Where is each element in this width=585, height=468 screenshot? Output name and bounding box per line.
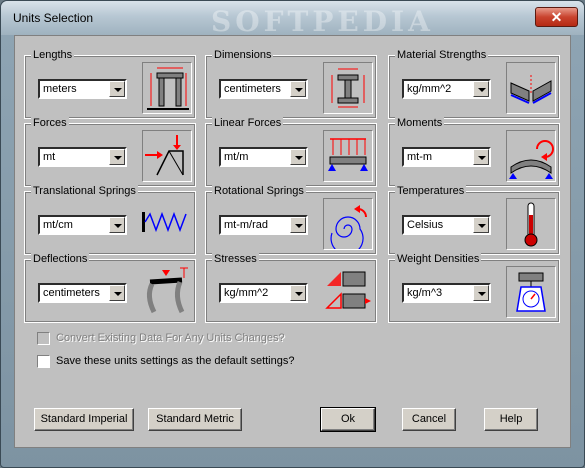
group-label: Dimensions (212, 49, 274, 61)
material-strength-icon (506, 62, 556, 114)
moments-combo[interactable]: mt-m (402, 147, 491, 167)
group-translational-springs: Translational Springs mt/cm (24, 185, 196, 255)
truss-forces-icon (142, 130, 192, 182)
group-dimensions: Dimensions centimeters (205, 49, 377, 119)
bending-moment-icon (506, 130, 556, 182)
chevron-down-icon[interactable] (473, 81, 489, 97)
combo-value: meters (43, 83, 77, 95)
chevron-down-icon[interactable] (473, 149, 489, 165)
frame-lengths-icon (142, 62, 192, 114)
distributed-load-icon (323, 130, 373, 182)
group-label: Lengths (31, 49, 75, 61)
rotational-spring-icon (323, 198, 373, 255)
chevron-down-icon[interactable] (290, 149, 306, 165)
units-selection-window: Units Selection SOFTPEDIA ✕ Lengths mete… (0, 0, 585, 468)
combo-value: kg/mm^2 (224, 287, 269, 299)
group-stresses: Stresses kg/mm^2 (205, 253, 377, 323)
group-material-strengths: Material Strengths kg/mm^2 (388, 49, 560, 119)
cancel-button[interactable]: Cancel (402, 408, 456, 431)
combo-value: centimeters (43, 287, 100, 299)
linear-forces-combo[interactable]: mt/m (219, 147, 308, 167)
dimensions-combo[interactable]: centimeters (219, 79, 308, 99)
combo-value: mt/m (224, 151, 249, 163)
group-moments: Moments mt-m (388, 117, 560, 187)
thermometer-icon (506, 198, 556, 250)
window-title: Units Selection (13, 11, 94, 25)
chevron-down-icon[interactable] (109, 285, 125, 301)
close-button[interactable]: ✕ (535, 7, 578, 27)
group-label: Temperatures (395, 185, 467, 197)
group-deflections: Deflections centimeters (24, 253, 196, 323)
weight-densities-combo[interactable]: kg/m^3 (402, 283, 491, 303)
chevron-down-icon[interactable] (109, 149, 125, 165)
stress-element-icon (323, 266, 373, 318)
watermark-logo: SOFTPEDIA (211, 5, 434, 38)
group-label: Stresses (212, 253, 259, 265)
translational-springs-combo[interactable]: mt/cm (38, 215, 127, 235)
save-default-checkbox[interactable] (37, 355, 50, 368)
chevron-down-icon[interactable] (109, 217, 125, 233)
chevron-down-icon[interactable] (290, 285, 306, 301)
group-label: Forces (31, 117, 69, 129)
group-label: Deflections (31, 253, 90, 265)
dialog-body: Lengths meters Dimensions centimeters Ma… (14, 35, 571, 448)
group-lengths: Lengths meters (24, 49, 196, 119)
group-temperatures: Temperatures Celsius (388, 185, 560, 255)
convert-data-label: Convert Existing Data For Any Units Chan… (56, 332, 285, 344)
group-label: Material Strengths (395, 49, 489, 61)
combo-value: mt/cm (43, 219, 73, 231)
combo-value: mt (43, 151, 56, 163)
group-label: Moments (395, 117, 445, 129)
spring-icon (142, 198, 192, 250)
group-linear-forces: Linear Forces mt/m (205, 117, 377, 187)
standard-metric-button[interactable]: Standard Metric (148, 408, 242, 431)
stresses-combo[interactable]: kg/mm^2 (219, 283, 308, 303)
group-label: Translational Springs (31, 185, 138, 197)
chevron-down-icon[interactable] (109, 81, 125, 97)
standard-imperial-button[interactable]: Standard Imperial (34, 408, 134, 431)
scale-icon (506, 266, 556, 318)
group-weight-densities: Weight Densities kg/m^3 (388, 253, 560, 323)
material-strengths-combo[interactable]: kg/mm^2 (402, 79, 491, 99)
save-default-label[interactable]: Save these units settings as the default… (56, 355, 294, 367)
combo-value: kg/m^3 (407, 287, 443, 299)
forces-combo[interactable]: mt (38, 147, 127, 167)
combo-value: kg/mm^2 (407, 83, 452, 95)
chevron-down-icon[interactable] (473, 285, 489, 301)
temperatures-combo[interactable]: Celsius (402, 215, 491, 235)
group-forces: Forces mt (24, 117, 196, 187)
deflections-combo[interactable]: centimeters (38, 283, 127, 303)
group-label: Rotational Springs (212, 185, 306, 197)
chevron-down-icon[interactable] (290, 217, 306, 233)
ok-button[interactable]: Ok (320, 407, 376, 432)
i-beam-dimensions-icon (323, 62, 373, 114)
help-button[interactable]: Help (484, 408, 538, 431)
convert-data-checkbox (37, 332, 50, 345)
chevron-down-icon[interactable] (290, 81, 306, 97)
combo-value: centimeters (224, 83, 281, 95)
title-bar[interactable]: Units Selection SOFTPEDIA ✕ (1, 1, 584, 38)
group-rotational-springs: Rotational Springs mt-m/rad (205, 185, 377, 255)
rotational-springs-combo[interactable]: mt-m/rad (219, 215, 308, 235)
deflected-frame-icon (142, 266, 192, 318)
group-label: Linear Forces (212, 117, 284, 129)
combo-value: mt-m (407, 151, 433, 163)
chevron-down-icon[interactable] (473, 217, 489, 233)
group-label: Weight Densities (395, 253, 482, 265)
lengths-combo[interactable]: meters (38, 79, 127, 99)
combo-value: Celsius (407, 219, 444, 231)
combo-value: mt-m/rad (224, 219, 268, 231)
